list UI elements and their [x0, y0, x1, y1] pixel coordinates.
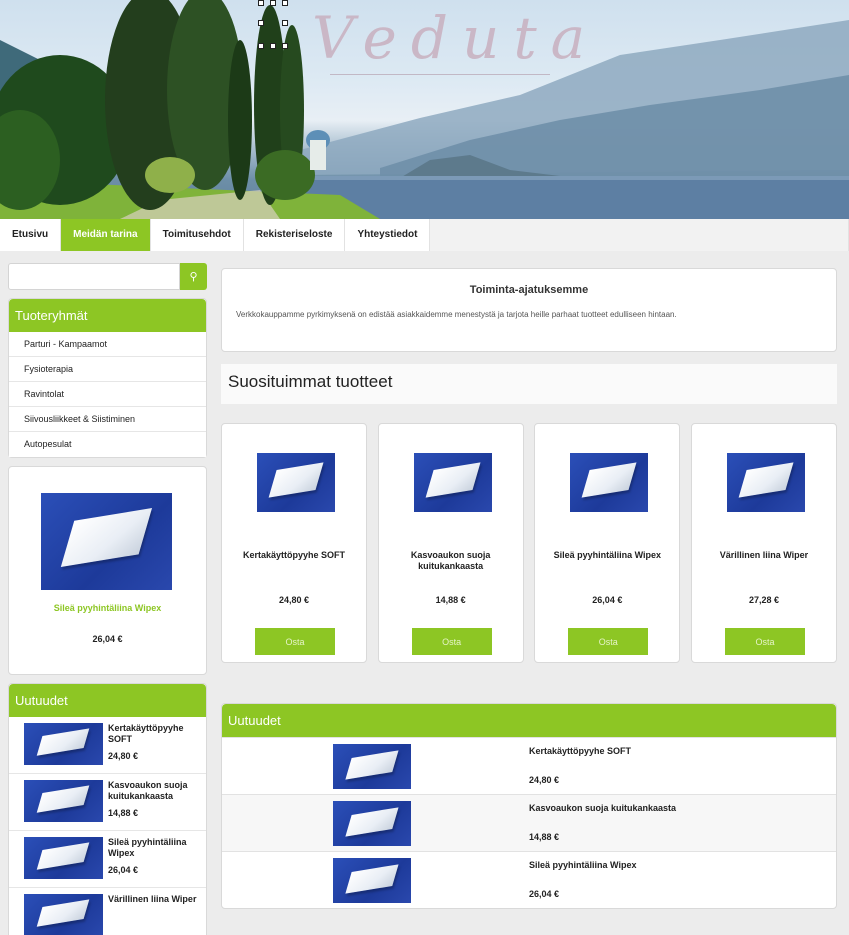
table-row[interactable]: Sileä pyyhintäliina Wipex 26,04 € [222, 851, 836, 908]
product-card[interactable]: Kasvoaukon suoja kuitukankaasta 14,88 € … [377, 423, 524, 663]
product-grid: Kertakäyttöpyyhe SOFT 24,80 € Osta Kasvo… [221, 423, 837, 663]
product-price: 24,80 € [278, 595, 310, 605]
product-image[interactable] [41, 493, 172, 590]
news-sidebar-box: Uutuudet Kertakäyttöpyyhe SOFT 24,80 € Ka… [8, 683, 207, 935]
search-icon: ⚲ [189, 271, 198, 283]
site-logo[interactable]: Veduta [312, 4, 599, 72]
list-item[interactable]: Kertakäyttöpyyhe SOFT 24,80 € [9, 717, 206, 774]
nav-toimitusehdot[interactable]: Toimitusehdot [150, 219, 244, 251]
buy-button[interactable]: Osta [411, 628, 492, 655]
featured-product-price: 26,04 € [92, 634, 123, 644]
featured-product[interactable]: Sileä pyyhintäliina Wipex 26,04 € [8, 466, 207, 675]
product-card[interactable]: Värillinen liina Wiper 27,28 € Osta [690, 423, 837, 663]
product-image[interactable] [24, 837, 103, 879]
buy-button[interactable]: Osta [568, 628, 649, 655]
popular-title: Suosituimmat tuotteet [221, 364, 837, 404]
main-nav: Etusivu Meidän tarina Toimitusehdot Reki… [0, 219, 849, 251]
mission-text: Verkkokauppamme pyrkimyksenä on edistää … [236, 310, 677, 319]
buy-button[interactable]: Osta [255, 628, 335, 655]
product-name[interactable]: Sileä pyyhintäliina Wipex [529, 860, 636, 870]
product-image[interactable] [24, 780, 103, 822]
product-price: 14,88 € [108, 808, 139, 818]
product-image[interactable] [726, 453, 805, 512]
product-image[interactable] [570, 453, 649, 512]
product-card[interactable]: Kertakäyttöpyyhe SOFT 24,80 € Osta [221, 423, 367, 663]
list-item[interactable]: Värillinen liina Wiper [9, 888, 206, 935]
product-price: 14,88 € [435, 595, 466, 605]
product-image[interactable] [413, 453, 492, 512]
product-image[interactable] [333, 744, 411, 789]
news-list: Kertakäyttöpyyhe SOFT 24,80 € Kasvoaukon… [222, 737, 836, 908]
nav-spacer [430, 219, 849, 251]
search-button[interactable]: ⚲ [180, 263, 207, 290]
nav-rekisteriseloste[interactable]: Rekisteriseloste [243, 219, 346, 251]
nav-etusivu[interactable]: Etusivu [0, 219, 62, 251]
news-main-box: Uutuudet Kertakäyttöpyyhe SOFT 24,80 € K… [221, 703, 837, 909]
product-price: 26,04 € [529, 889, 560, 899]
selection-handles[interactable] [258, 0, 288, 52]
category-item[interactable]: Siivousliikkeet & Siistiminen [9, 407, 206, 432]
nav-yhteystiedot[interactable]: Yhteystiedot [345, 219, 431, 251]
product-price: 26,04 € [592, 595, 623, 605]
product-image[interactable] [257, 453, 335, 512]
mission-title: Toiminta-ajatuksemme [469, 284, 589, 296]
news-main-title: Uutuudet [222, 704, 836, 737]
category-item[interactable]: Parturi - Kampaamot [9, 332, 206, 357]
main-content: Toiminta-ajatuksemme Verkkokauppamme pyr… [221, 268, 837, 909]
nav-meidan-tarina[interactable]: Meidän tarina [61, 219, 151, 251]
product-name[interactable]: Värillinen liina Wiper [108, 894, 196, 904]
product-name[interactable]: Sileä pyyhintäliina Wipex [543, 550, 671, 561]
mission-box: Toiminta-ajatuksemme Verkkokauppamme pyr… [221, 268, 837, 352]
product-image[interactable] [333, 858, 411, 903]
product-price: 14,88 € [529, 832, 560, 842]
product-name[interactable]: Kasvoaukon suoja kuitukankaasta [387, 550, 515, 572]
list-item[interactable]: Kasvoaukon suoja kuitukankaasta 14,88 € [9, 774, 206, 831]
product-price: 27,28 € [748, 595, 779, 605]
product-name[interactable]: Kasvoaukon suoja kuitukankaasta [108, 780, 188, 801]
product-name[interactable]: Kertakäyttöpyyhe SOFT [529, 746, 631, 756]
product-price: 24,80 € [108, 751, 139, 761]
product-image[interactable] [333, 801, 411, 846]
search-bar: ⚲ [8, 263, 207, 290]
product-name[interactable]: Värillinen liina Wiper [700, 550, 828, 561]
product-name[interactable]: Kertakäyttöpyyhe SOFT [230, 550, 358, 561]
product-name[interactable]: Kertakäyttöpyyhe SOFT [108, 723, 184, 744]
product-name[interactable]: Sileä pyyhintäliina Wipex [108, 837, 187, 858]
product-card[interactable]: Sileä pyyhintäliina Wipex 26,04 € Osta [534, 423, 681, 663]
table-row[interactable]: Kertakäyttöpyyhe SOFT 24,80 € [222, 737, 836, 794]
featured-product-name[interactable]: Sileä pyyhintäliina Wipex [9, 603, 206, 613]
search-input[interactable] [8, 263, 180, 290]
list-item[interactable]: Sileä pyyhintäliina Wipex 26,04 € [9, 831, 206, 888]
product-name[interactable]: Kasvoaukon suoja kuitukankaasta [529, 803, 676, 813]
header-banner: Veduta [0, 0, 849, 219]
product-image[interactable] [24, 894, 103, 935]
table-row[interactable]: Kasvoaukon suoja kuitukankaasta 14,88 € [222, 794, 836, 851]
logo-underline [330, 74, 550, 75]
category-title: Tuoteryhmät [9, 299, 206, 332]
product-price: 26,04 € [108, 865, 139, 875]
category-item[interactable]: Fysioterapia [9, 357, 206, 382]
product-image[interactable] [24, 723, 103, 765]
category-item[interactable]: Autopesulat [9, 432, 206, 457]
sidebar: ⚲ Tuoteryhmät Parturi - Kampaamot Fysiot… [8, 263, 207, 935]
buy-button[interactable]: Osta [724, 628, 805, 655]
category-item[interactable]: Ravintolat [9, 382, 206, 407]
product-price: 24,80 € [529, 775, 560, 785]
news-sidebar-title: Uutuudet [9, 684, 206, 717]
category-box: Tuoteryhmät Parturi - Kampaamot Fysioter… [8, 298, 207, 458]
